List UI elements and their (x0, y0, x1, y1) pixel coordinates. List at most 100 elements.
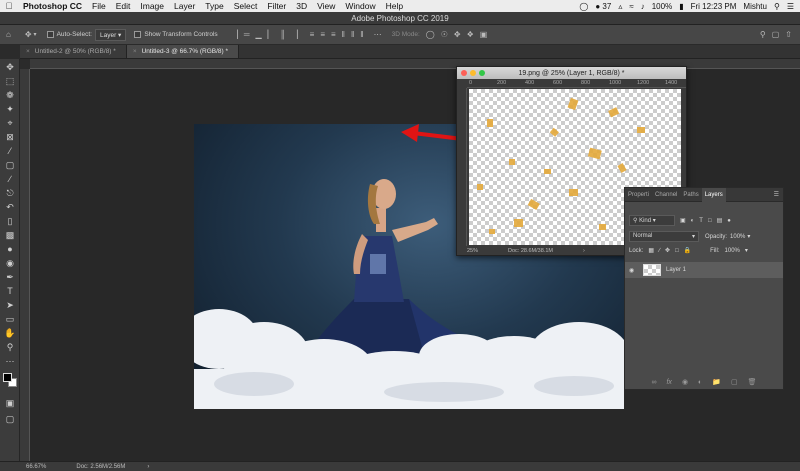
menu-list-icon[interactable]: ☰ (787, 2, 794, 11)
menu-window[interactable]: Window (340, 1, 380, 11)
lasso-tool-icon[interactable]: ❁ (3, 89, 17, 101)
window-maximize-button[interactable] (479, 70, 485, 76)
menu-file[interactable]: File (87, 1, 111, 11)
filter-pixel-icon[interactable]: ▣ (680, 217, 686, 224)
chevron-right-icon[interactable]: › (147, 464, 149, 470)
filter-adjustment-icon[interactable]: ◐ (691, 218, 695, 224)
share-icon[interactable]: ⇧ (785, 30, 792, 39)
distribute-right-icon[interactable]: ‖ (360, 30, 363, 39)
healing-brush-icon[interactable]: ▢ (3, 159, 17, 171)
layer-name[interactable]: Layer 1 (666, 267, 686, 273)
filter-toggle-icon[interactable]: ● (727, 218, 731, 224)
type-tool-icon[interactable]: T (3, 285, 17, 297)
chevron-down-icon[interactable]: ▾ (34, 31, 37, 38)
eye-icon[interactable]: ◉ (629, 267, 641, 274)
fill-input[interactable]: 100% (725, 248, 740, 254)
distribute-vcenter-icon[interactable]: ≡ (320, 30, 325, 39)
user-name[interactable]: Mishtu (743, 2, 767, 11)
zoom-tool-icon[interactable]: ⚲ (3, 341, 17, 353)
auto-select-checkbox[interactable] (46, 31, 54, 38)
close-icon[interactable]: × (26, 48, 30, 55)
filter-smart-object-icon[interactable]: ▤ (717, 217, 723, 224)
zoom-level[interactable]: 66.67% (26, 464, 46, 470)
slide-3d-icon[interactable]: ❖ (467, 30, 474, 39)
align-bottom-icon[interactable]: ▁ (256, 30, 262, 39)
lock-artboard-icon[interactable]: □ (675, 248, 679, 254)
move-tool-icon[interactable]: ✥ (3, 61, 17, 73)
scale-3d-icon[interactable]: ▣ (480, 30, 488, 39)
chevron-down-icon[interactable]: ▾ (745, 247, 748, 254)
auto-select-dropdown[interactable]: Layer ▾ (94, 28, 127, 41)
menu-3d[interactable]: 3D (291, 1, 312, 11)
crop-tool-icon[interactable]: ⌖ (3, 117, 17, 129)
floating-window-titlebar[interactable]: 19.png @ 25% (Layer 1, RGB/8) * (457, 67, 686, 79)
eyedropper-icon[interactable]: ⁄ (3, 145, 17, 157)
tab-untitled-3[interactable]: × Untitled-3 @ 66.7% (RGB/8) * (126, 45, 240, 58)
link-layers-icon[interactable]: ∞ (651, 379, 656, 386)
menu-view[interactable]: View (312, 1, 340, 11)
move-tool-icon[interactable]: ✥ (25, 30, 32, 39)
battery-percent[interactable]: 100% (652, 2, 672, 11)
foreground-color-swatch[interactable] (3, 373, 12, 382)
tab-properties[interactable]: Properti (625, 192, 652, 198)
align-top-icon[interactable]: ▕ (232, 30, 238, 39)
clock[interactable]: Fri 12:23 PM (691, 2, 737, 11)
opacity-input[interactable]: 100% (730, 234, 745, 240)
tab-paths[interactable]: Paths (680, 192, 701, 198)
window-close-button[interactable] (461, 70, 467, 76)
drag-3d-icon[interactable]: ✥ (454, 30, 461, 39)
vertical-ruler[interactable] (20, 69, 30, 461)
history-brush-icon[interactable]: ↶ (3, 201, 17, 213)
wifi-icon[interactable]: ≈ (629, 2, 633, 11)
filter-kind-dropdown[interactable]: ⚲ Kind ▾ (629, 215, 675, 226)
close-icon[interactable]: × (133, 48, 137, 55)
filter-shape-icon[interactable]: □ (708, 218, 712, 224)
screen-mode-icon[interactable]: ▢ (3, 413, 17, 425)
menu-image[interactable]: Image (135, 1, 169, 11)
chevron-down-icon[interactable]: ▾ (747, 233, 750, 240)
quick-mask-icon[interactable]: ▣ (3, 397, 17, 409)
gradient-tool-icon[interactable]: ▩ (3, 229, 17, 241)
trash-icon[interactable]: 🗑 (748, 378, 757, 386)
menu-filter[interactable]: Filter (262, 1, 291, 11)
align-hcenter-icon[interactable]: ║ (280, 30, 286, 39)
dodge-tool-icon[interactable]: ◉ (3, 257, 17, 269)
frame-tool-icon[interactable]: ⊠ (3, 131, 17, 143)
fx-icon[interactable]: fx (666, 379, 671, 386)
lock-pixels-icon[interactable]: ∕ (659, 248, 660, 254)
distribute-bottom-icon[interactable]: ≡ (331, 30, 336, 39)
lock-position-icon[interactable]: ✥ (665, 247, 670, 254)
menu-app-name[interactable]: Photoshop CC (18, 1, 87, 11)
menu-select[interactable]: Select (229, 1, 263, 11)
hand-tool-icon[interactable]: ✋ (3, 327, 17, 339)
pen-tool-icon[interactable]: ✒ (3, 271, 17, 283)
airplay-icon[interactable]: ▵ (618, 2, 622, 11)
battery-badge[interactable]: ● 37 (595, 2, 611, 11)
more-options-icon[interactable]: ⋯ (374, 30, 382, 39)
lock-all-icon[interactable]: 🔒 (684, 247, 691, 254)
adjustment-layer-icon[interactable]: ◐ (698, 379, 702, 386)
tab-untitled-2[interactable]: × Untitled-2 @ 50% (RGB/8) * (20, 45, 127, 58)
workspace-icon[interactable]: ▢ (772, 30, 780, 39)
magic-wand-icon[interactable]: ✦ (3, 103, 17, 115)
blend-mode-dropdown[interactable]: Normal ▾ (629, 231, 699, 242)
distribute-left-icon[interactable]: ‖ (342, 30, 345, 39)
tab-layers[interactable]: Layers (701, 187, 726, 202)
new-layer-icon[interactable]: ▢ (731, 378, 738, 386)
chevron-right-icon[interactable]: › (583, 248, 585, 254)
home-icon[interactable]: ⌂ (6, 30, 11, 39)
eraser-tool-icon[interactable]: ▯ (3, 215, 17, 227)
blur-tool-icon[interactable]: ● (3, 243, 17, 255)
brush-tool-icon[interactable]: ∕ (3, 173, 17, 185)
menu-edit[interactable]: Edit (111, 1, 136, 11)
tab-channels[interactable]: Channel (652, 192, 680, 198)
menu-type[interactable]: Type (200, 1, 228, 11)
more-tools-icon[interactable]: ⋯ (3, 355, 17, 367)
battery-icon[interactable]: ▮ (679, 2, 683, 11)
new-group-icon[interactable]: 📁 (712, 378, 721, 386)
volume-icon[interactable]: ♪ (641, 2, 645, 11)
menu-help[interactable]: Help (381, 1, 408, 11)
orbit-3d-icon[interactable]: ◯ (426, 30, 435, 39)
search-icon[interactable]: ⚲ (774, 2, 780, 11)
clone-stamp-icon[interactable]: ⎋ (3, 187, 17, 199)
